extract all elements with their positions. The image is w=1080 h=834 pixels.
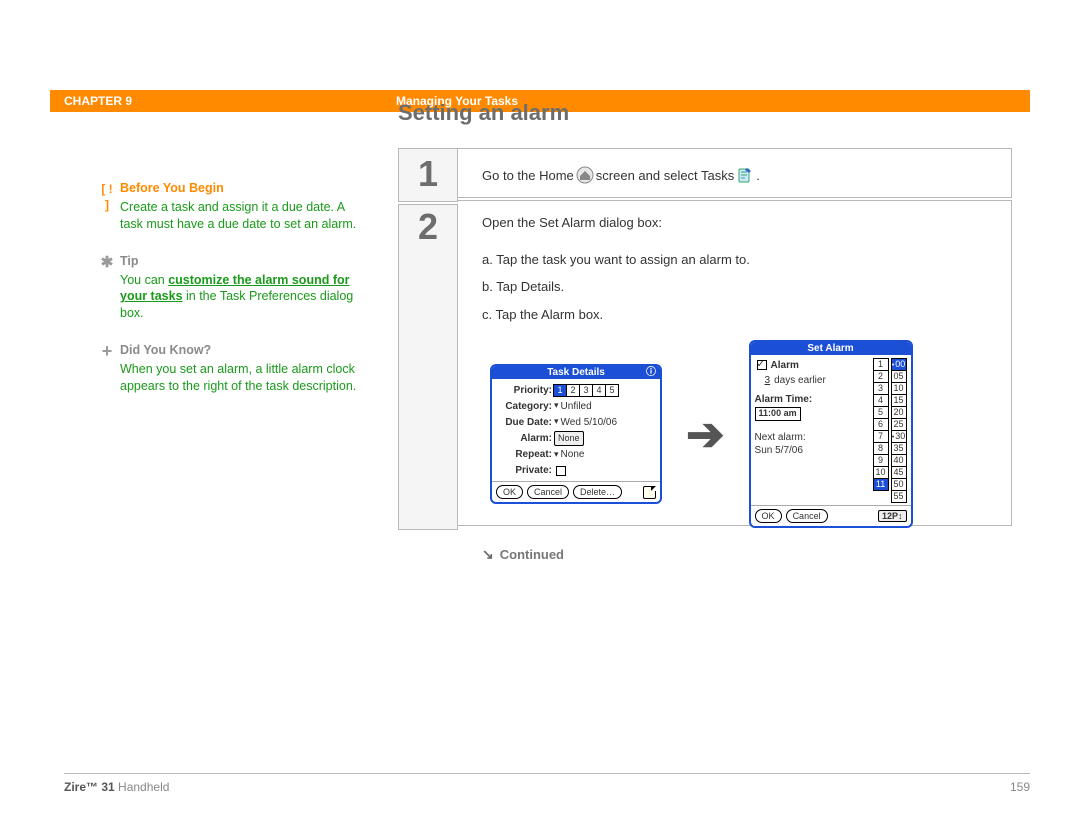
task-details-title: Task Details ⓘ xyxy=(492,366,660,379)
ok-button[interactable]: OK xyxy=(496,485,523,499)
cancel-button[interactable]: Cancel xyxy=(786,509,828,523)
delete-button[interactable]: Delete… xyxy=(573,485,622,499)
page-number: 159 xyxy=(1010,780,1030,794)
step1-post: . xyxy=(756,168,760,183)
tip-pre: You can xyxy=(120,273,168,287)
alarm-check-label: Alarm xyxy=(771,359,799,372)
product-name: Zire™ 31 Handheld xyxy=(64,780,169,794)
continued-arrow-icon: ↘ xyxy=(482,546,494,562)
chapter-label: CHAPTER 9 xyxy=(50,94,396,108)
set-alarm-dialog: Set Alarm Alarm 3 xyxy=(749,340,913,528)
step2-lead: Open the Set Alarm dialog box: xyxy=(482,215,991,230)
step2-b: b. Tap Details. xyxy=(482,273,991,300)
days-value[interactable]: 3 xyxy=(765,374,771,387)
did-you-know-block: + Did You Know? When you set an alarm, a… xyxy=(120,342,360,395)
days-suffix: days earlier xyxy=(774,374,826,387)
chevron-down-icon[interactable]: ▾ xyxy=(554,399,559,413)
cancel-button[interactable]: Cancel xyxy=(527,485,569,499)
alarm-time-value[interactable]: 11:00 am xyxy=(755,407,801,421)
minute-cell[interactable]: 55 xyxy=(891,490,907,503)
tasks-icon xyxy=(736,166,754,184)
category-label: Category: xyxy=(498,399,554,414)
task-details-dialog: Task Details ⓘ Priority: 1 2 xyxy=(490,364,662,505)
chevron-down-icon[interactable]: ▾ xyxy=(554,448,559,462)
ampm-toggle[interactable]: 12P↕ xyxy=(878,510,907,522)
arrow-right-icon: ➔ xyxy=(686,407,725,461)
duedate-label: Due Date: xyxy=(498,415,554,430)
duedate-value[interactable]: Wed 5/10/06 xyxy=(561,415,618,430)
repeat-value[interactable]: None xyxy=(561,447,585,462)
dyk-heading: Did You Know? xyxy=(120,343,211,357)
before-heading: Before You Begin xyxy=(120,181,224,195)
alarm-time-label: Alarm Time: xyxy=(755,393,871,406)
chevron-down-icon[interactable]: ▾ xyxy=(554,415,559,429)
before-body: Create a task and assign it a due date. … xyxy=(120,199,360,233)
minutes-column[interactable]: 000510152025303540455055 xyxy=(891,359,907,503)
set-alarm-title: Set Alarm xyxy=(751,342,911,355)
step-1-number: 1 xyxy=(398,148,458,202)
page-footer: Zire™ 31 Handheld 159 xyxy=(64,773,1030,794)
hour-cell[interactable]: 11 xyxy=(873,478,889,491)
step1-mid: screen and select Tasks xyxy=(596,168,735,183)
dyk-body: When you set an alarm, a little alarm cl… xyxy=(120,361,360,395)
before-you-begin: [ ! ] Before You Begin Create a task and… xyxy=(120,180,360,233)
plus-icon: + xyxy=(98,339,116,363)
home-icon xyxy=(576,166,594,184)
category-value[interactable]: Unfiled xyxy=(561,399,592,414)
priority-selector[interactable]: 1 2 3 4 5 xyxy=(554,384,619,397)
continued-indicator: ↘Continued xyxy=(482,546,991,563)
priority-label: Priority: xyxy=(498,383,554,398)
step2-a: a. Tap the task you want to assign an al… xyxy=(482,246,991,273)
alarm-label: Alarm: xyxy=(498,431,554,446)
page-title: Setting an alarm xyxy=(398,100,1012,126)
alarm-value-button[interactable]: None xyxy=(554,431,584,447)
repeat-label: Repeat: xyxy=(498,447,554,462)
alarm-checkbox[interactable] xyxy=(757,360,767,370)
next-alarm-value: Sun 5/7/06 xyxy=(755,444,871,457)
next-alarm-label: Next alarm: xyxy=(755,431,871,444)
step-2-body: Open the Set Alarm dialog box: a. Tap th… xyxy=(458,200,1012,526)
step-1-body: Go to the Home screen and select Tasks . xyxy=(458,148,1012,198)
sidebar: [ ! ] Before You Begin Create a task and… xyxy=(120,180,360,530)
info-icon[interactable]: ⓘ xyxy=(646,366,656,379)
tip-block: ✱ Tip You can customize the alarm sound … xyxy=(120,253,360,323)
step1-pre: Go to the Home xyxy=(482,168,574,183)
note-icon[interactable] xyxy=(643,486,656,499)
tip-body: You can customize the alarm sound for yo… xyxy=(120,272,360,323)
hours-column[interactable]: 1234567891011 xyxy=(873,359,889,503)
private-checkbox[interactable] xyxy=(556,466,566,476)
main-content: Setting an alarm 1 2 Go to the Home scre… xyxy=(398,180,1012,530)
alert-icon: [ ! ] xyxy=(98,181,116,213)
step-2-number: 2 xyxy=(398,204,458,530)
asterisk-icon: ✱ xyxy=(98,253,116,273)
ok-button[interactable]: OK xyxy=(755,509,782,523)
private-label: Private: xyxy=(498,463,554,478)
tip-heading: Tip xyxy=(120,254,139,268)
step2-c: c. Tap the Alarm box. xyxy=(482,301,991,328)
